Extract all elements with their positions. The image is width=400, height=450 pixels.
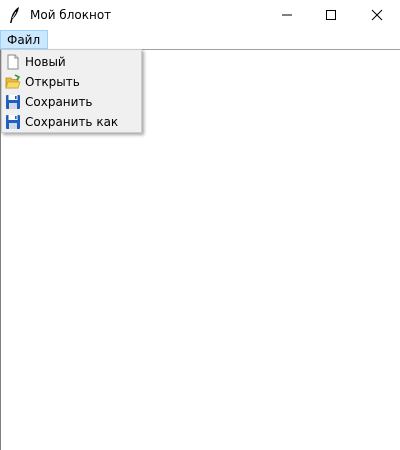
maximize-icon [326,10,336,20]
minimize-button[interactable] [264,0,310,30]
new-file-icon [5,54,21,70]
menu-bar: Файл [0,30,400,49]
maximize-button[interactable] [308,0,354,30]
menu-item-label: Сохранить [25,95,93,109]
title-bar[interactable]: Мой блокнот [0,0,400,30]
window-title: Мой блокнот [30,8,112,22]
menu-item-new[interactable]: Новый [2,52,141,72]
menu-item-save-as[interactable]: Сохранить как [2,112,141,132]
menu-item-save[interactable]: Сохранить [2,92,141,112]
file-dropdown-menu: Новый Открыть Сохранить Сохранить как [1,49,142,133]
app-window: Мой блокнот Файл Новый Открыть Сохранить… [0,0,400,450]
menu-item-label: Сохранить как [25,115,119,129]
close-icon [371,9,383,21]
open-folder-icon [5,74,21,90]
save-as-icon [5,114,21,130]
minimize-icon [282,14,292,16]
close-button[interactable] [354,0,400,30]
menu-file[interactable]: Файл [0,30,49,49]
menu-item-open[interactable]: Открыть [2,72,141,92]
menu-item-label: Открыть [25,75,80,89]
menu-item-label: Новый [25,55,66,69]
save-icon [5,94,21,110]
feather-icon [8,6,22,24]
